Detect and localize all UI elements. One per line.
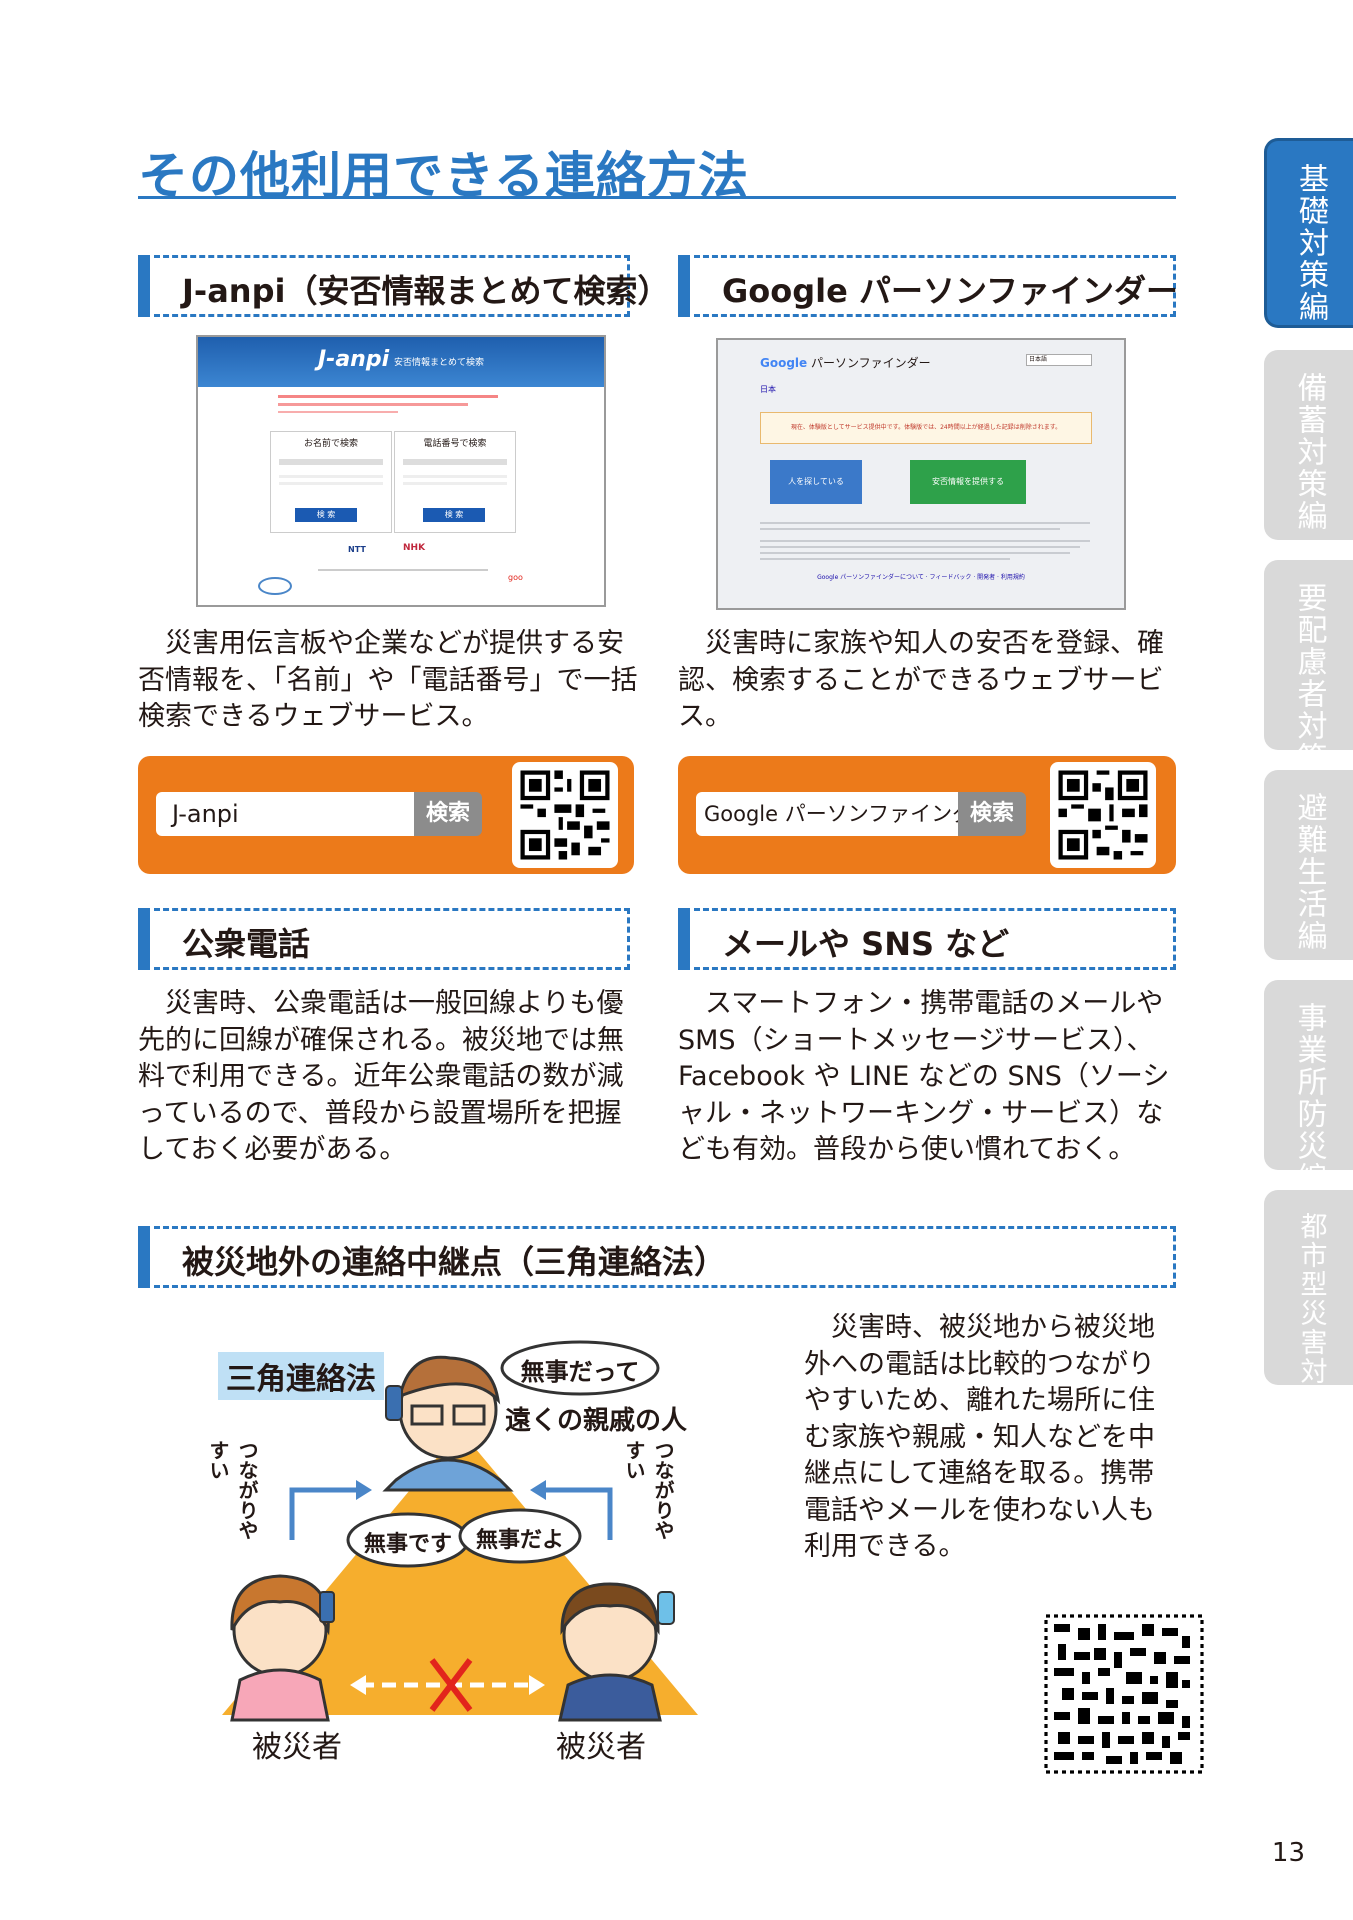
janpi-box-title: お名前で検索 <box>303 439 358 449</box>
janpi-description: 災害用伝言板や企業などが提供する安否情報を、「名前」や「電話番号」で一括検索でき… <box>138 628 638 732</box>
section-heading-text: メールや SNS など <box>722 925 1010 963</box>
google-description: 災害時に家族や知人の安否を登録、確認、検索することができるウェブサービス。 <box>678 628 1164 732</box>
qr-code-icon <box>1042 1612 1206 1776</box>
google-search-bar: Google パーソンファインダー 検索 <box>678 756 1176 874</box>
heading-bar <box>138 1226 150 1288</box>
janpi-footer-ntt: NTT <box>348 545 366 554</box>
janpi-search-button[interactable]: 検 索 <box>295 508 357 522</box>
arrow-right-label: つながりやすい <box>622 1440 675 1540</box>
section-heading-triangle: 被災地外の連絡中継点（三角連絡法） <box>138 1226 1176 1288</box>
side-tab-evacuation[interactable]: 避難生活編 <box>1264 770 1353 960</box>
heading-bar <box>138 255 150 317</box>
section-heading-public-phone: 公衆電話 <box>138 908 630 970</box>
side-tab-label: 備蓄対策編 <box>1291 372 1327 532</box>
page-number: 13 <box>1271 1838 1305 1868</box>
janpi-tagline: 安否情報まとめて検索 <box>394 358 485 368</box>
public-phone-description: 災害時、公衆電話は一般回線よりも優先的に回線が確保される。被災地では無料で利用で… <box>138 988 624 1165</box>
google-search-button[interactable]: 検索 <box>958 792 1026 836</box>
google-qr-code <box>1050 762 1156 868</box>
janpi-search-button[interactable]: 検 索 <box>423 508 485 522</box>
heading-bar <box>138 908 150 970</box>
side-tab-stockpile[interactable]: 備蓄対策編 <box>1264 350 1353 540</box>
janpi-search-bar: J-anpi 検索 <box>138 756 634 874</box>
side-tab-urban[interactable]: 都市型災害対策編 <box>1264 1190 1353 1444</box>
side-tab-basic[interactable]: 基礎対策編 <box>1264 138 1353 328</box>
section-heading-mail-sns: メールや SNS など <box>678 908 1176 970</box>
google-screenshot: Google パーソンファインダー 日本語 日本 現在、体験版としてサービス提供… <box>716 338 1126 610</box>
victim-right-label: 被災者 <box>556 1730 646 1765</box>
side-tab-care[interactable]: 要配慮者対策編 <box>1264 560 1353 806</box>
google-search-person-button[interactable]: 人を探している <box>770 460 862 504</box>
google-search-input[interactable]: Google パーソンファインダー <box>696 792 958 836</box>
section-heading-text: 公衆電話 <box>182 925 311 963</box>
janpi-screenshot: J-anpi 安否情報まとめて検索 お名前で検索 検 索 電話番号で検索 検 索… <box>196 335 606 607</box>
google-provide-info-button[interactable]: 安否情報を提供する <box>910 460 1026 504</box>
top-person-label: 遠くの親戚の人 <box>505 1406 688 1436</box>
qr-code-icon <box>1058 770 1148 860</box>
section-heading-janpi: J-anpi（安否情報まとめて検索） <box>138 255 669 317</box>
bubble-left: 無事です <box>363 1532 452 1557</box>
side-tab-label: 事業所防災編 <box>1291 1002 1327 1194</box>
qr-code-icon <box>520 770 610 860</box>
title-rule <box>138 196 1176 199</box>
triangle-description: 災害時、被災地から被災地外への電話は比較的つながりやすいため、離れた場所に住む家… <box>804 1312 1155 1562</box>
janpi-qr-code <box>512 762 618 868</box>
janpi-footer-goo: goo <box>508 573 523 582</box>
janpi-name-search-box: お名前で検索 検 索 <box>270 431 392 533</box>
google-logo: Google パーソンファインダー <box>760 356 931 370</box>
side-tab-label: 避難生活編 <box>1291 792 1327 952</box>
side-tab-label: 基礎対策編 <box>1293 163 1328 323</box>
janpi-search-button[interactable]: 検索 <box>414 792 482 836</box>
janpi-search-input[interactable]: J-anpi <box>156 792 414 836</box>
heading-bar <box>678 255 690 317</box>
google-region-link[interactable]: 日本 <box>760 384 776 395</box>
google-alert-box: 現在、体験版としてサービス提供中です。体験版では、24時間以上が経過した記録は削… <box>760 412 1092 444</box>
bubble-top: 無事だって <box>520 1358 640 1386</box>
side-tab-label: 都市型災害対策編 <box>1295 1212 1327 1444</box>
section-heading-text: Google パーソンファインダー <box>722 272 1178 310</box>
arrow-left-label: つながりやすい <box>206 1440 259 1540</box>
janpi-footer-nhk: NHK <box>403 543 426 553</box>
janpi-header: J-anpi 安否情報まとめて検索 <box>198 337 604 387</box>
section-heading-text: 被災地外の連絡中継点（三角連絡法） <box>182 1243 727 1281</box>
side-tab-business[interactable]: 事業所防災編 <box>1264 980 1353 1194</box>
google-footer-links[interactable]: Google パーソンファインダーについて · フィードバック · 開発者 · … <box>718 572 1124 581</box>
triangle-method-label: 三角連絡法 <box>218 1352 384 1400</box>
janpi-logo: J-anpi <box>318 347 390 372</box>
heading-bar <box>678 908 690 970</box>
bubble-right: 無事だよ <box>475 1528 564 1553</box>
section-heading-text: J-anpi（安否情報まとめて検索） <box>182 272 670 310</box>
triangle-illustration: 三角連絡法 無事だって 遠くの親戚の人 無事です 無事だよ つながりやすい つな… <box>200 1340 720 1765</box>
large-qr-code <box>1042 1612 1206 1776</box>
section-heading-google: Google パーソンファインダー <box>678 255 1178 317</box>
mail-sns-description: スマートフォン・携帯電話のメールや SMS（ショートメッセージサービス）、Fac… <box>678 988 1170 1165</box>
janpi-box-title: 電話番号で検索 <box>423 439 487 449</box>
victim-left-label: 被災者 <box>252 1730 342 1765</box>
janpi-phone-search-box: 電話番号で検索 検 索 <box>394 431 516 533</box>
google-language-select[interactable]: 日本語 <box>1026 354 1092 366</box>
